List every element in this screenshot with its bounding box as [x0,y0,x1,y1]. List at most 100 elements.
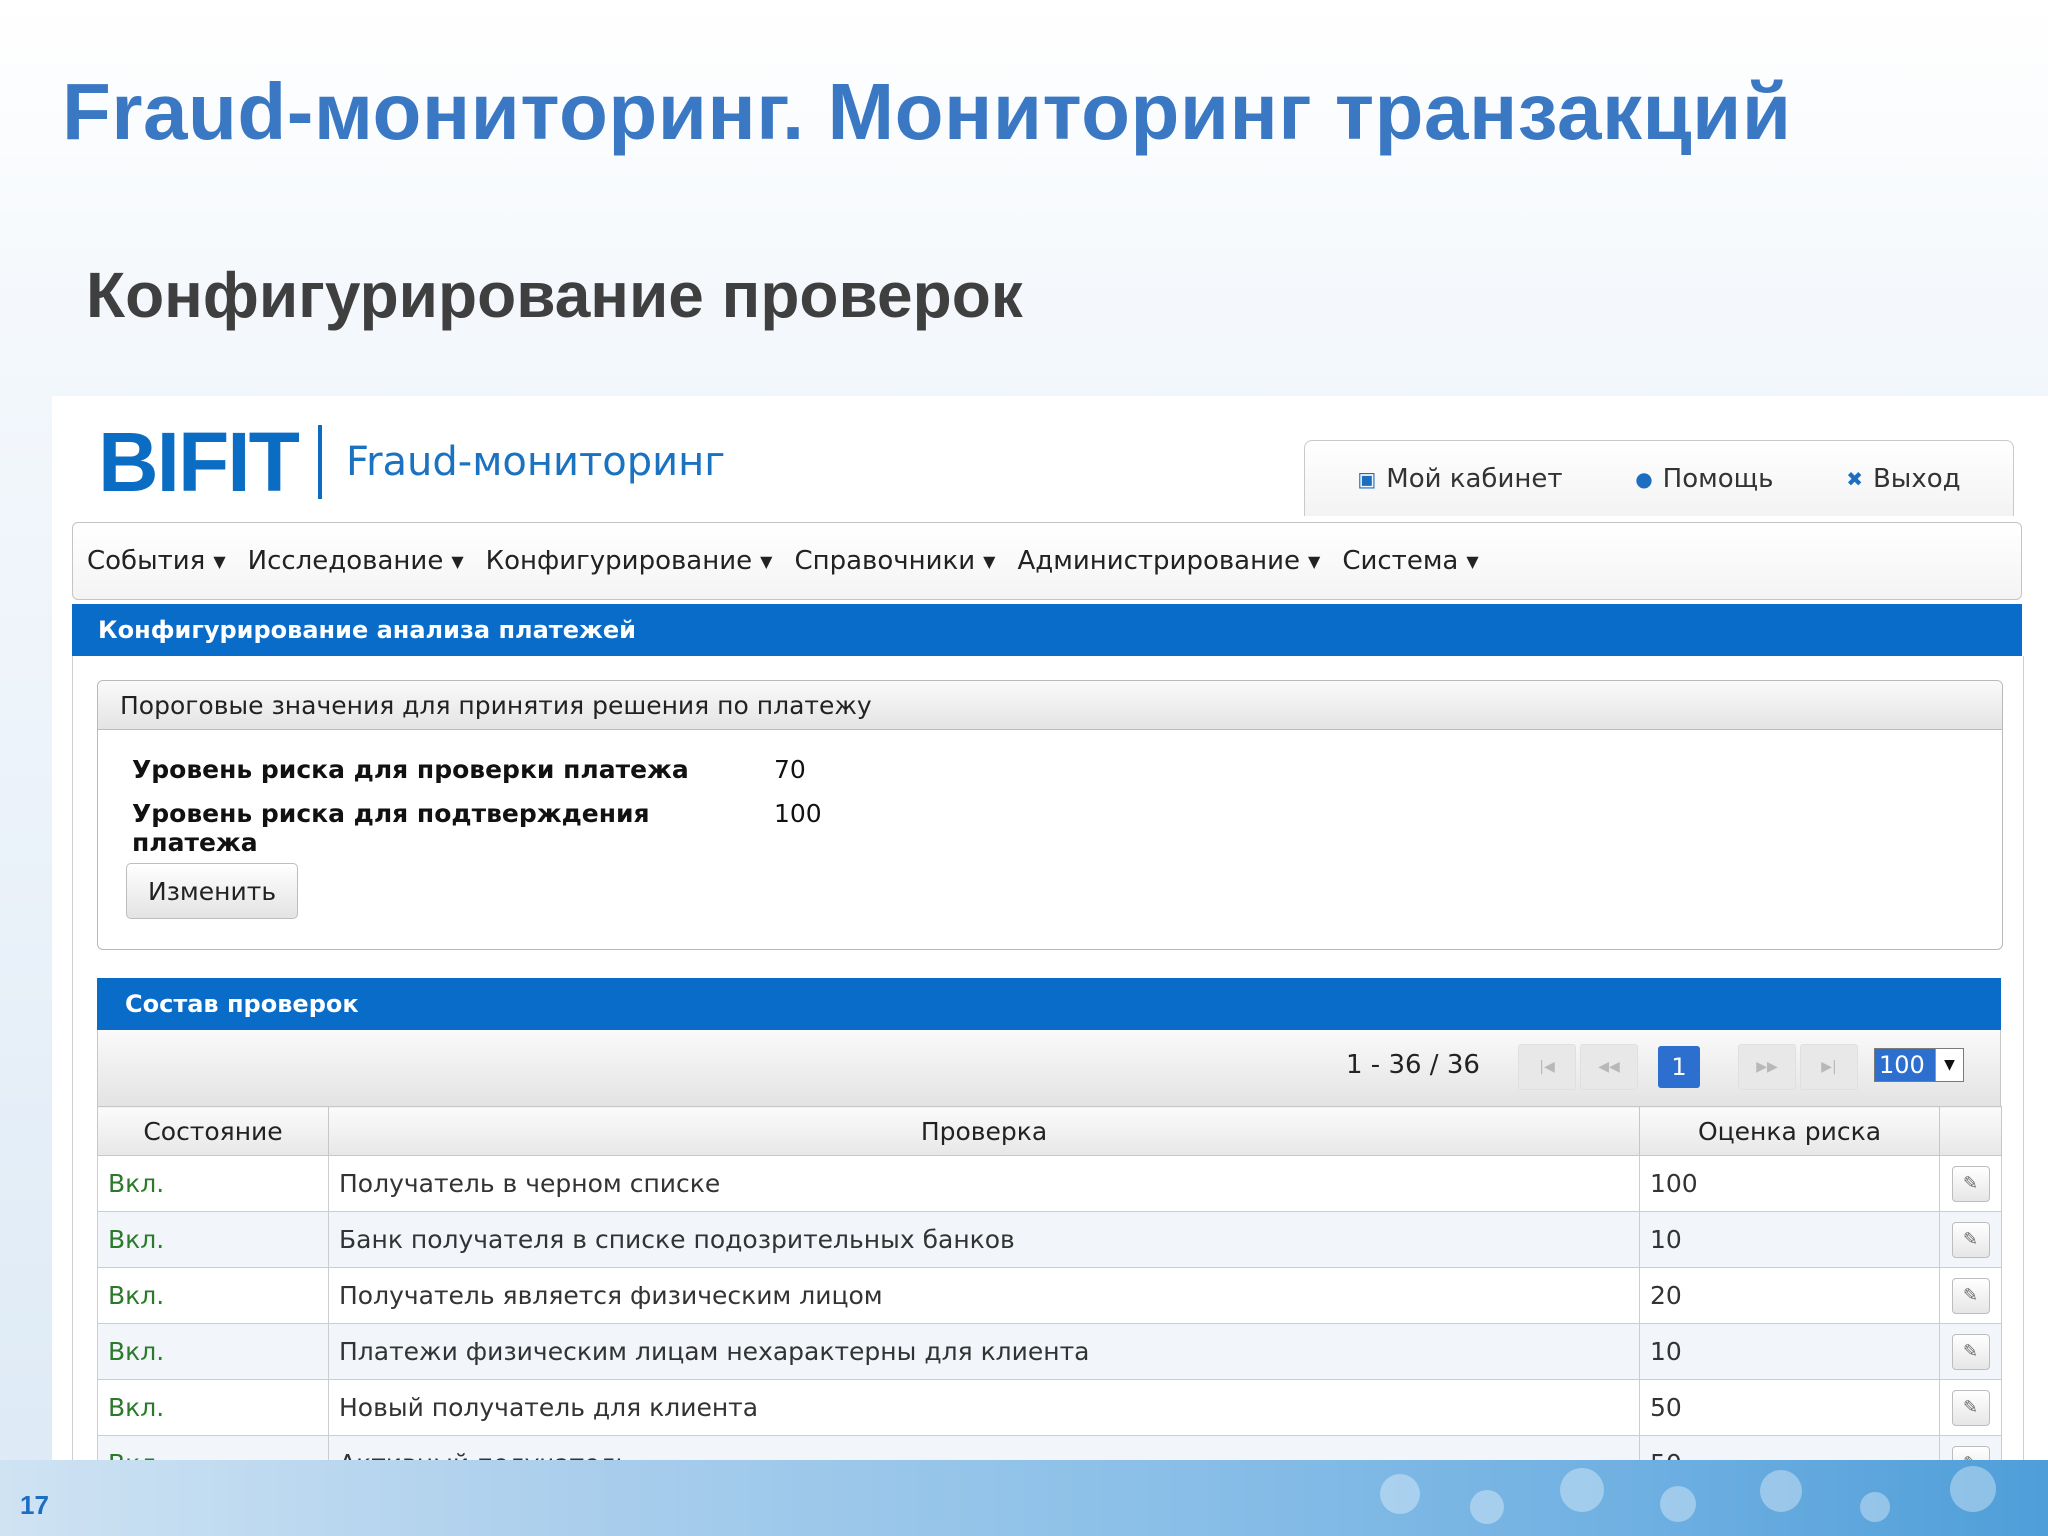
nav-label: События [87,546,206,576]
next-page-icon[interactable]: ▶▶ [1738,1044,1796,1090]
nav-events[interactable]: События ▼ [87,546,226,576]
caret-down-icon: ▼ [1466,551,1479,571]
decor-dot [1560,1468,1604,1512]
my-cabinet-link[interactable]: ▣ Мой кабинет [1357,464,1562,494]
caret-down-icon: ▼ [760,551,773,571]
close-icon: ✖ [1846,466,1863,491]
page-size-select[interactable]: 100 ▼ [1874,1048,1964,1082]
row-score: 20 [1639,1267,1940,1324]
help-link[interactable]: ● Помощь [1635,464,1773,494]
check-threshold-value: 70 [774,755,806,784]
thresholds-panel: Пороговые значения для принятия решения … [97,680,2003,950]
row-state: Вкл. [97,1267,329,1324]
nav-label: Администрирование [1017,546,1301,576]
nav-research[interactable]: Исследование ▼ [248,546,464,576]
row-actions: ✎ [1939,1267,2002,1324]
pager-range: 1 - 36 / 36 [1346,1050,1480,1080]
check-threshold-row: Уровень риска для проверки платежа 70 [132,755,806,784]
col-state-header[interactable]: Состояние [97,1106,329,1156]
app-logo: BIFIT Fraud-мониторинг [98,420,725,504]
nav-configuration[interactable]: Конфигурирование ▼ [486,546,773,576]
row-score: 50 [1639,1435,1940,1460]
table-row[interactable]: Вкл. Новый получатель для клиента 50 ✎ [97,1379,2002,1436]
decor-dot [1760,1470,1802,1512]
nav-administration[interactable]: Администрирование ▼ [1017,546,1320,576]
row-actions: ✎ [1939,1155,2002,1212]
row-score: 100 [1639,1155,1940,1212]
edit-pencil-icon[interactable]: ✎ [1951,1277,1990,1314]
slide-title: Fraud-мониторинг. Мониторинг транзакций [62,67,1792,156]
edit-pencil-icon[interactable]: ✎ [1951,1389,1990,1426]
user-menu: ▣ Мой кабинет ● Помощь ✖ Выход [1304,440,2014,516]
edit-pencil-icon[interactable]: ✎ [1951,1333,1990,1370]
info-icon: ● [1635,466,1653,491]
chevron-down-icon: ▼ [1935,1049,1963,1081]
row-check: Получатель является физическим лицом [328,1267,1640,1324]
decor-dot [1470,1490,1504,1524]
checks-table: Состояние Проверка Оценка риска Вкл. Пол… [97,1106,2002,1460]
col-actions-header [1939,1106,2002,1156]
slide-subtitle: Конфигурирование проверок [86,259,1023,331]
decor-dot [1660,1486,1696,1522]
row-check: Банк получателя в списке подозрительных … [328,1211,1640,1268]
table-header: Состояние Проверка Оценка риска [97,1106,2002,1156]
confirm-threshold-value: 100 [774,799,822,828]
table-row[interactable]: Вкл. Активный получатель 50 ✎ [97,1435,2002,1460]
col-check-header[interactable]: Проверка [328,1106,1640,1156]
row-score: 10 [1639,1323,1940,1380]
last-page-icon[interactable]: ▶| [1800,1044,1858,1090]
table-row[interactable]: Вкл. Получатель в черном списке 100 ✎ [97,1155,2002,1212]
row-state: Вкл. [97,1155,329,1212]
row-score: 10 [1639,1211,1940,1268]
col-score-header[interactable]: Оценка риска [1639,1106,1940,1156]
prev-page-icon[interactable]: ◀◀ [1580,1044,1638,1090]
row-score: 50 [1639,1379,1940,1436]
app-screenshot: BIFIT Fraud-мониторинг ▣ Мой кабинет ● П… [52,396,2048,1460]
caret-down-icon: ▼ [1308,551,1321,571]
table-row[interactable]: Вкл. Банк получателя в списке подозрител… [97,1211,2002,1268]
main-nav: События ▼ Исследование ▼ Конфигурирование ▼… [72,522,2022,600]
page-number: 17 [20,1490,49,1520]
nav-references[interactable]: Справочники ▼ [794,546,995,576]
caret-down-icon: ▼ [213,551,226,571]
caret-down-icon: ▼ [451,551,464,571]
cabinet-icon: ▣ [1357,466,1377,491]
section-title: Конфигурирование анализа платежей [72,604,2022,656]
nav-system[interactable]: Система ▼ [1342,546,1478,576]
decor-dot [1950,1466,1996,1512]
table-row[interactable]: Вкл. Платежи физическим лицам нехарактер… [97,1323,2002,1380]
check-threshold-label: Уровень риска для проверки платежа [132,755,689,784]
help-label: Помощь [1662,463,1774,494]
checks-title: Состав проверок [97,978,2001,1030]
first-page-icon[interactable]: |◀ [1518,1044,1576,1090]
decor-dot [1860,1492,1890,1522]
edit-pencil-icon[interactable]: ✎ [1951,1165,1990,1202]
edit-pencil-icon[interactable]: ✎ [1951,1445,1990,1460]
row-state: Вкл. [97,1323,329,1380]
row-state: Вкл. [97,1379,329,1436]
change-button[interactable]: Изменить [126,863,298,919]
row-actions: ✎ [1939,1323,2002,1380]
page-size-value: 100 [1875,1049,1935,1081]
nav-label: Система [1342,546,1459,576]
row-state: Вкл. [97,1435,329,1460]
row-actions: ✎ [1939,1435,2002,1460]
row-check: Новый получатель для клиента [328,1379,1640,1436]
nav-label: Исследование [247,546,444,576]
pager: 1 - 36 / 36 |◀ ◀◀ 1 ▶▶ ▶| 100 ▼ [97,1030,2001,1106]
row-actions: ✎ [1939,1211,2002,1268]
footer-decoration [0,1460,2048,1536]
row-actions: ✎ [1939,1379,2002,1436]
logout-link[interactable]: ✖ Выход [1846,464,1960,494]
section-body: Пороговые значения для принятия решения … [72,656,2024,1460]
edit-pencil-icon[interactable]: ✎ [1951,1221,1990,1258]
logo-brand: BIFIT [98,415,300,509]
nav-label: Конфигурирование [485,546,753,576]
current-page[interactable]: 1 [1658,1046,1700,1088]
table-row[interactable]: Вкл. Получатель является физическим лицо… [97,1267,2002,1324]
decor-dot [1380,1474,1420,1514]
logout-label: Выход [1872,463,1961,494]
caret-down-icon: ▼ [983,551,996,571]
logo-product: Fraud-мониторинг [345,439,726,485]
logo-separator [317,425,322,499]
